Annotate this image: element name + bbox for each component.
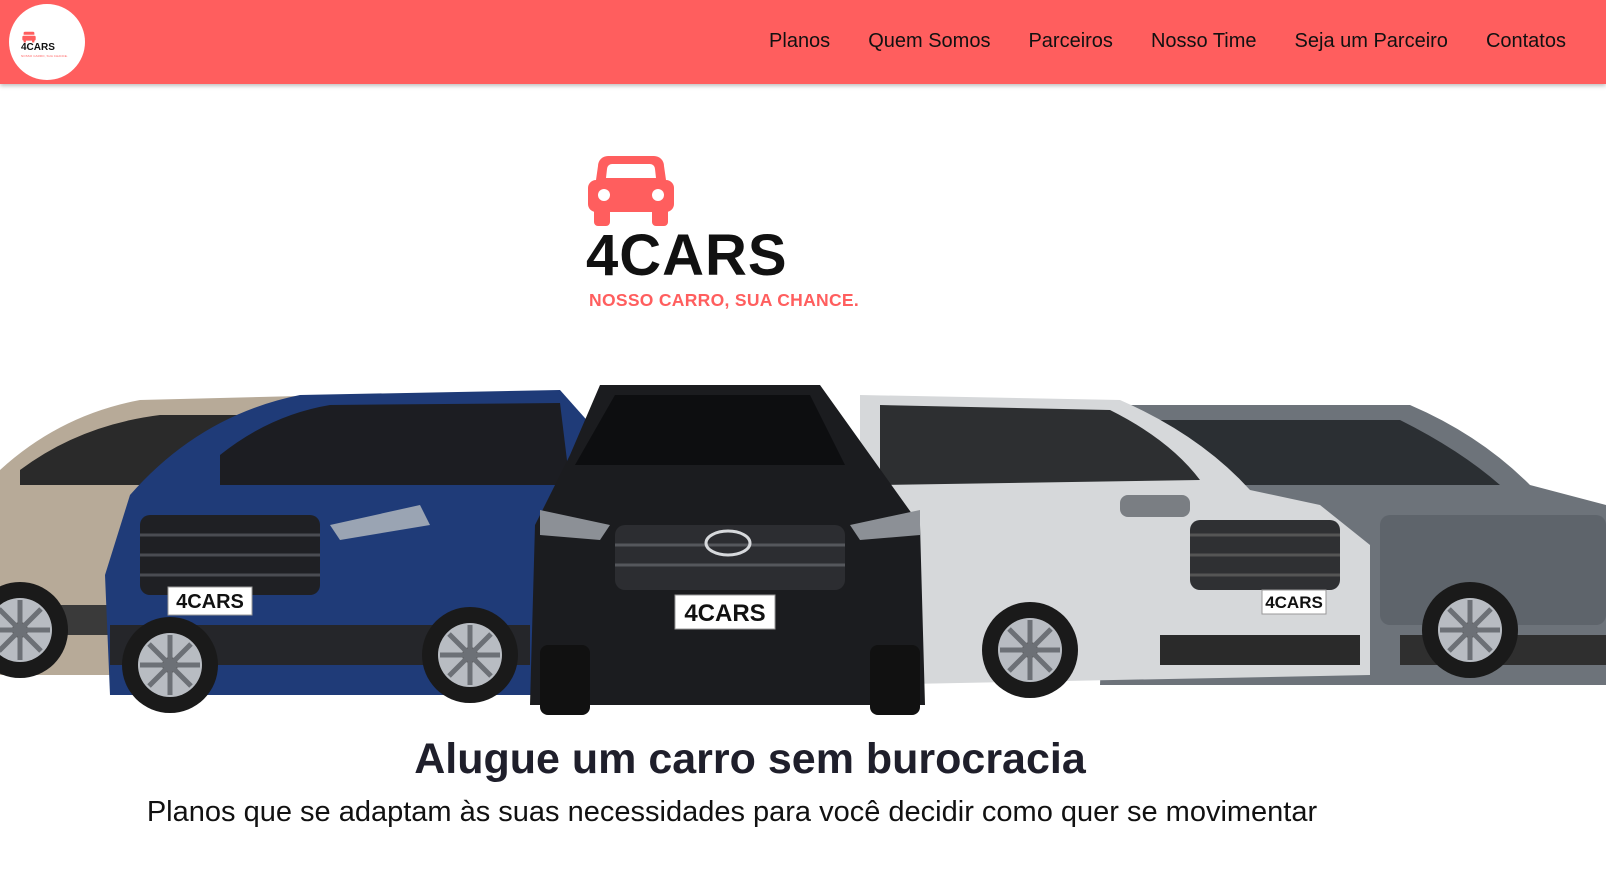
svg-text:4CARS: 4CARS [1265,593,1323,612]
hero-subheadline: Planos que se adaptam às suas necessidad… [146,796,1318,828]
nav-contatos[interactable]: Contatos [1486,29,1566,53]
logo-tagline: NOSSO CARRO, SUA CHANCE. [21,54,68,58]
car-icon [588,156,674,226]
nav-parceiros[interactable]: Parceiros [1028,29,1112,53]
svg-text:4CARS: 4CARS [684,600,765,627]
svg-text:4CARS: 4CARS [176,591,244,613]
nav-quem-somos[interactable]: Quem Somos [868,29,990,53]
top-navbar: 4CARS NOSSO CARRO, SUA CHANCE. Planos Qu… [0,0,1606,84]
main-nav: Planos Quem Somos Parceiros Nosso Time S… [731,29,1566,53]
nav-seja-parceiro[interactable]: Seja um Parceiro [1295,29,1448,53]
brand-tagline: NOSSO CARRO, SUA CHANCE. [589,290,860,310]
brand-name: 4CARS [586,223,788,288]
site-logo[interactable]: 4CARS NOSSO CARRO, SUA CHANCE. [9,4,85,80]
nav-planos[interactable]: Planos [769,29,830,53]
nav-nosso-time[interactable]: Nosso Time [1151,29,1257,53]
car-lineup-image: 4CARS 4CARS 4CARS [0,385,1606,725]
logo-name: 4CARS [21,42,55,53]
hero-headline: Alugue um carro sem burocracia [414,735,1086,783]
